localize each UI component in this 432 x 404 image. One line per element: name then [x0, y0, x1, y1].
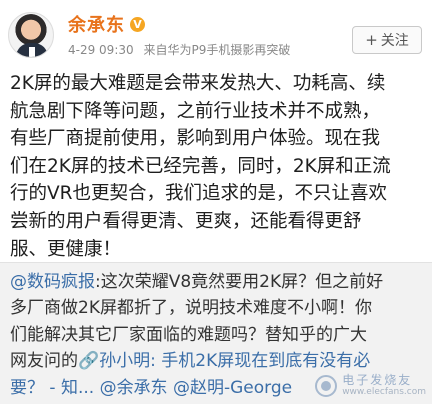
post-header: 余承东 V 4-29 09:30 来自华为P9手机摄影再突破 + 关注 [8, 12, 424, 68]
author-name-row: 余承东 V [68, 12, 145, 36]
follow-label: 关注 [380, 33, 409, 49]
repost-line: @数码疯报:这次荣耀V8竟然要用2K屏？但之前好 [10, 269, 426, 295]
post-source: 来自华为P9手机摄影再突破 [143, 43, 291, 57]
watermark-cn: 电子发烧友 [342, 373, 413, 387]
zhihu-question-link[interactable]: 🔗孙小明: 手机2K屏现在到底有没有必 [78, 351, 370, 371]
repost-text-part: :这次荣耀V8竟然要用2K屏？但之前好 [95, 272, 384, 292]
watermark: 电子发烧友 www.elecfans.com [315, 374, 426, 398]
repost-line: 们能解决其它厂家面临的难题吗？替知乎的广大 [10, 324, 367, 345]
content-line: 2K屏的最大难题是会带来发热大、功耗高、续 [10, 73, 386, 94]
follow-button[interactable]: + 关注 [352, 26, 422, 54]
content-line: 们在2K屏的技术已经完善，同时，2K屏和正流 [10, 155, 391, 177]
author-name[interactable]: 余承东 [68, 11, 125, 37]
author-avatar[interactable] [8, 12, 54, 58]
watermark-text: 电子发烧友 www.elecfans.com [342, 374, 426, 398]
mention-yuchengdong[interactable]: @余承东 [100, 378, 168, 398]
weibo-post: 余承东 V 4-29 09:30 来自华为P9手机摄影再突破 + 关注 2K屏的… [0, 0, 432, 404]
content-line: 行的VR也更契合，我们追求的是，不只让喜欢 [10, 183, 388, 205]
plus-icon: + [365, 31, 378, 49]
avatar-shirt [29, 47, 35, 57]
content-line: 航急剧下降等问题，之前行业技术并不成熟， [10, 100, 381, 122]
post-content: 2K屏的最大难题是会带来发热大、功耗高、续 航急剧下降等问题，之前行业技术并不成… [10, 70, 424, 263]
repost-line: 网友问的🔗孙小明: 手机2K屏现在到底有没有必 [10, 348, 426, 374]
elecfans-logo-icon [315, 375, 338, 397]
mention-zhaoming[interactable]: @赵明-George [173, 378, 292, 398]
repost-text-part: 网友问的 [10, 351, 78, 372]
post-time[interactable]: 4-29 09:30 [68, 43, 134, 57]
watermark-en: www.elecfans.com [342, 387, 426, 397]
verified-icon: V [130, 16, 145, 32]
repost-line: 多厂商做2K屏都折了，说明技术难度不小啊！你 [10, 298, 372, 319]
content-line: 有些厂商提前使用，影响到用户体验。现在我 [10, 128, 381, 150]
zhihu-question-link-cont[interactable]: 要？ - 知... [10, 378, 94, 398]
reposted-weibo[interactable]: @数码疯报:这次荣耀V8竟然要用2K屏？但之前好 多厂商做2K屏都折了，说明技术… [0, 262, 432, 404]
content-line: 尝新的用户看得更清、更爽，还能看得更舒 [10, 210, 362, 232]
post-meta: 4-29 09:30 来自华为P9手机摄影再突破 [68, 41, 290, 58]
mention-shumafengbao[interactable]: @数码疯报 [10, 272, 95, 292]
content-line: 服、更健康！ [10, 238, 122, 260]
